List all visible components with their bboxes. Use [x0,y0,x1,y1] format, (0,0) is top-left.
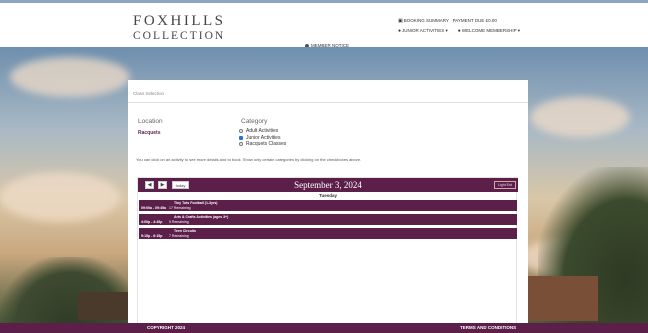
booking-summary-link[interactable]: BOOKING SUMMARY [404,18,449,23]
light-ent-button[interactable]: Light Ent [494,181,516,189]
footer: COPYRIGHT 2024 TERMS AND CONDITIONS [0,323,648,333]
category-list: Adult Activities Junior Activities Racqu… [239,128,286,148]
calendar-date-title: September 3, 2024 [294,180,362,190]
calendar-event[interactable]: Teen Circuits 5:15p - 6:15p 7 Remaining [139,228,517,239]
calendar-event[interactable]: Arts & Crafts Activities (ages 3+) 4:00p… [139,214,517,225]
panel-title: Class Selection [133,91,165,96]
event-remaining: 17 Remaining [169,206,191,210]
junior-activities-checkbox[interactable] [239,135,243,140]
calendar: ◀ ▶ today September 3, 2024 Light Ent Tu… [137,177,518,323]
shed-image [78,292,128,320]
event-time: 09:00a - 09:45a [141,206,166,210]
location-value[interactable]: Racquets [138,130,161,136]
category-adult[interactable]: Adult Activities [239,128,286,134]
event-remaining: 7 Remaining [169,234,189,238]
user-icon: ● [457,28,461,34]
cart-icon: ▣ [398,18,403,24]
category-label-junior: Junior Activities [246,134,281,141]
class-selection-panel: Class Selection Location Racquets Catego… [128,80,528,323]
calendar-event[interactable]: Tiny Tots Football (1-3yrs) 09:00a - 09:… [139,200,517,211]
calendar-toolbar: ◀ ▶ today September 3, 2024 Light Ent [138,178,518,192]
foxhills-logo[interactable]: FOXHILLS COLLECTION [133,14,226,43]
logo-line1: FOXHILLS [133,13,226,29]
event-title: Tiny Tots Football (1-3yrs) [174,201,218,205]
category-junior[interactable]: Junior Activities [239,135,286,141]
instructions-text: You can click on an activity to see more… [136,157,362,162]
category-label: Category [241,118,268,125]
payment-due-text: PAYMENT DUE £0.00 [452,18,497,23]
event-time: 4:00p - 4:45p [141,220,163,224]
divider [128,102,528,103]
events-list: Tiny Tots Football (1-3yrs) 09:00a - 09:… [139,200,517,242]
copyright-text: COPYRIGHT 2024 [147,325,186,330]
event-time: 5:15p - 6:15p [141,234,163,238]
logo-line2: COLLECTION [133,30,226,42]
header-row-1: ▣BOOKING SUMMARY PAYMENT DUE £0.00 [398,18,497,24]
event-remaining: 5 Remaining [169,220,189,224]
barn-image [528,276,598,321]
map-marker-icon: ● [398,28,402,34]
day-label: Tuesday [319,193,337,198]
racquets-classes-radio[interactable] [239,142,243,146]
top-header: FOXHILLS COLLECTION ▣BOOKING SUMMARY PAY… [0,0,648,48]
adult-activities-radio[interactable] [239,129,243,133]
header-row-2: ●JUNIOR ACTIVITIES ▾ ●WELCOME MEMBERSHIP … [398,28,520,34]
terms-link[interactable]: TERMS AND CONDITIONS [460,325,516,330]
event-title: Arts & Crafts Activities (ages 3+) [174,215,229,219]
category-label-adult: Adult Activities [246,128,279,134]
welcome-membership-dropdown[interactable]: WELCOME MEMBERSHIP ▾ [462,28,520,33]
location-label: Location [138,118,163,125]
category-label-racquets: Racquets Classes [246,141,287,147]
junior-activities-dropdown[interactable]: JUNIOR ACTIVITIES ▾ [402,28,448,33]
event-title: Teen Circuits [174,229,196,233]
category-racquets[interactable]: Racquets Classes [239,141,286,147]
